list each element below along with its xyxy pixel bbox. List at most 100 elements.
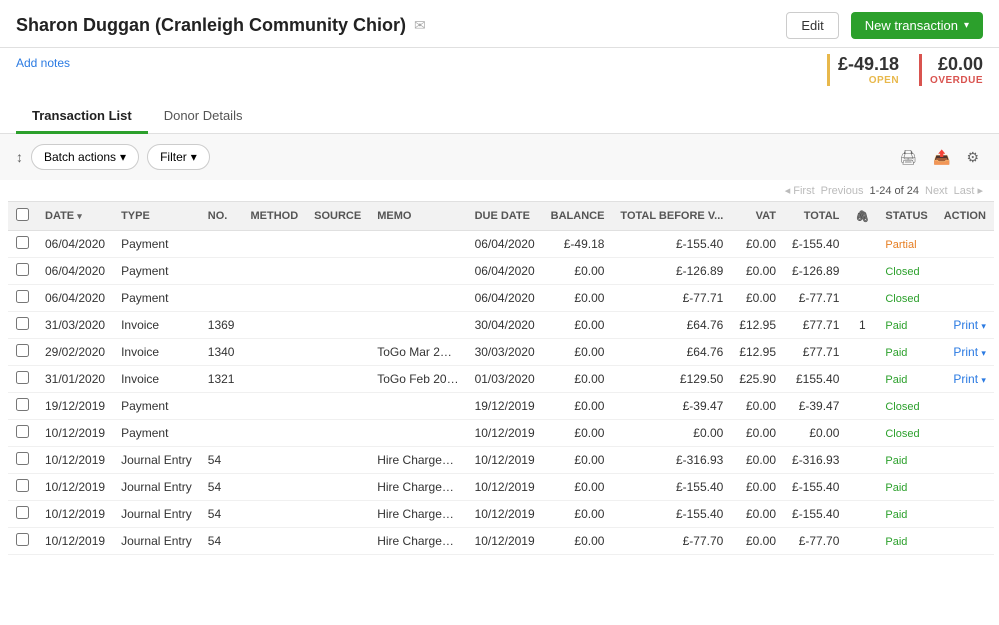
header-vat[interactable]: VAT [731, 202, 784, 231]
header-total[interactable]: TOTAL [784, 202, 847, 231]
table-row: 10/12/2019 Journal Entry 54 Hire Charge…… [8, 501, 994, 528]
header-total-before-vat[interactable]: TOTAL BEFORE V... [612, 202, 731, 231]
summary-area: Add notes £-49.18 OPEN £0.00 OVERDUE [0, 48, 999, 92]
row-type: Invoice [113, 339, 200, 366]
tab-transaction-list[interactable]: Transaction List [16, 100, 148, 134]
row-checkbox[interactable] [16, 479, 29, 492]
row-balance: £0.00 [543, 366, 613, 393]
table-row: 10/12/2019 Journal Entry 54 Hire Charge…… [8, 447, 994, 474]
filter-button[interactable]: Filter ▾ [147, 144, 210, 170]
row-total-before-vat: £-155.40 [612, 501, 731, 528]
row-type: Payment [113, 393, 200, 420]
header-bar: Sharon Duggan (Cranleigh Community Chior… [0, 0, 999, 48]
row-memo: Hire Charge… [369, 447, 466, 474]
export-icon[interactable]: 📤 [929, 147, 954, 168]
header-date[interactable]: DATE ▾ [37, 202, 113, 231]
row-checkbox[interactable] [16, 398, 29, 411]
header-status[interactable]: STATUS [877, 202, 935, 231]
pagination-prev[interactable]: Previous [821, 185, 864, 197]
toolbar: ↕ Batch actions ▾ Filter ▾ 🖨 📤 ⚙ [0, 134, 999, 180]
page-title: Sharon Duggan (Cranleigh Community Chior… [16, 15, 406, 36]
row-checkbox-cell [8, 501, 37, 528]
row-total: £0.00 [784, 420, 847, 447]
row-checkbox[interactable] [16, 371, 29, 384]
header-attach: 🖇 [847, 202, 877, 231]
row-balance: £0.00 [543, 474, 613, 501]
print-action-link[interactable]: Print ▾ [953, 372, 986, 386]
email-icon[interactable]: ✉ [414, 17, 426, 34]
row-vat: £25.90 [731, 366, 784, 393]
row-checkbox[interactable] [16, 425, 29, 438]
edit-button[interactable]: Edit [786, 12, 838, 39]
row-action[interactable]: Print ▾ [936, 312, 994, 339]
row-attach: 1 [847, 312, 877, 339]
row-action[interactable]: Print ▾ [936, 339, 994, 366]
table-row: 19/12/2019 Payment 19/12/2019 £0.00 £-39… [8, 393, 994, 420]
header-source[interactable]: SOURCE [306, 202, 369, 231]
row-method [242, 312, 306, 339]
row-action[interactable]: Print ▾ [936, 366, 994, 393]
settings-icon[interactable]: ⚙ [962, 147, 983, 168]
row-action [936, 528, 994, 555]
row-balance: £0.00 [543, 393, 613, 420]
row-checkbox[interactable] [16, 236, 29, 249]
table-wrapper: DATE ▾ TYPE NO. METHOD SOURCE MEMO DUE D… [0, 201, 999, 555]
table-row: 31/03/2020 Invoice 1369 30/04/2020 £0.00… [8, 312, 994, 339]
row-checkbox[interactable] [16, 452, 29, 465]
row-checkbox[interactable] [16, 533, 29, 546]
row-due-date: 06/04/2020 [467, 285, 543, 312]
row-date: 19/12/2019 [37, 393, 113, 420]
row-source [306, 420, 369, 447]
pagination-last[interactable]: Last ▸ [954, 184, 983, 197]
row-method [242, 501, 306, 528]
print-icon[interactable]: 🖨 [895, 147, 921, 168]
select-all-checkbox[interactable] [16, 208, 29, 221]
row-due-date: 01/03/2020 [467, 366, 543, 393]
table-row: 10/12/2019 Journal Entry 54 Hire Charge…… [8, 474, 994, 501]
header-method[interactable]: METHOD [242, 202, 306, 231]
row-attach [847, 420, 877, 447]
pagination-next[interactable]: Next [925, 185, 948, 197]
row-checkbox[interactable] [16, 506, 29, 519]
row-type: Invoice [113, 366, 200, 393]
header-balance[interactable]: BALANCE [543, 202, 613, 231]
row-attach [847, 231, 877, 258]
sort-icon[interactable]: ↕ [16, 149, 23, 165]
row-method [242, 366, 306, 393]
row-no: 54 [200, 474, 243, 501]
header-due-date[interactable]: DUE DATE [467, 202, 543, 231]
pagination-first[interactable]: ◂ First [785, 184, 815, 197]
row-no [200, 231, 243, 258]
row-attach [847, 528, 877, 555]
print-arrow-icon: ▾ [981, 321, 986, 331]
tabs: Transaction List Donor Details [16, 100, 983, 133]
row-attach [847, 447, 877, 474]
row-method [242, 231, 306, 258]
header-memo[interactable]: MEMO [369, 202, 466, 231]
toolbar-left: ↕ Batch actions ▾ Filter ▾ [16, 144, 210, 170]
add-notes-link[interactable]: Add notes [16, 56, 70, 70]
table-header-row: DATE ▾ TYPE NO. METHOD SOURCE MEMO DUE D… [8, 202, 994, 231]
row-no: 1340 [200, 339, 243, 366]
tab-donor-details[interactable]: Donor Details [148, 100, 259, 134]
row-total-before-vat: £129.50 [612, 366, 731, 393]
row-checkbox-cell [8, 447, 37, 474]
row-date: 06/04/2020 [37, 285, 113, 312]
row-checkbox[interactable] [16, 263, 29, 276]
open-summary: £-49.18 OPEN [827, 54, 899, 86]
new-transaction-button[interactable]: New transaction ▾ [851, 12, 983, 39]
row-method [242, 339, 306, 366]
row-due-date: 10/12/2019 [467, 528, 543, 555]
batch-actions-button[interactable]: Batch actions ▾ [31, 144, 139, 170]
row-checkbox[interactable] [16, 290, 29, 303]
print-action-link[interactable]: Print ▾ [953, 345, 986, 359]
header-no[interactable]: NO. [200, 202, 243, 231]
row-date: 10/12/2019 [37, 474, 113, 501]
row-total: £77.71 [784, 339, 847, 366]
row-total-before-vat: £0.00 [612, 420, 731, 447]
row-checkbox[interactable] [16, 317, 29, 330]
print-action-link[interactable]: Print ▾ [953, 318, 986, 332]
header-type[interactable]: TYPE [113, 202, 200, 231]
row-memo: Hire Charge… [369, 528, 466, 555]
row-checkbox[interactable] [16, 344, 29, 357]
